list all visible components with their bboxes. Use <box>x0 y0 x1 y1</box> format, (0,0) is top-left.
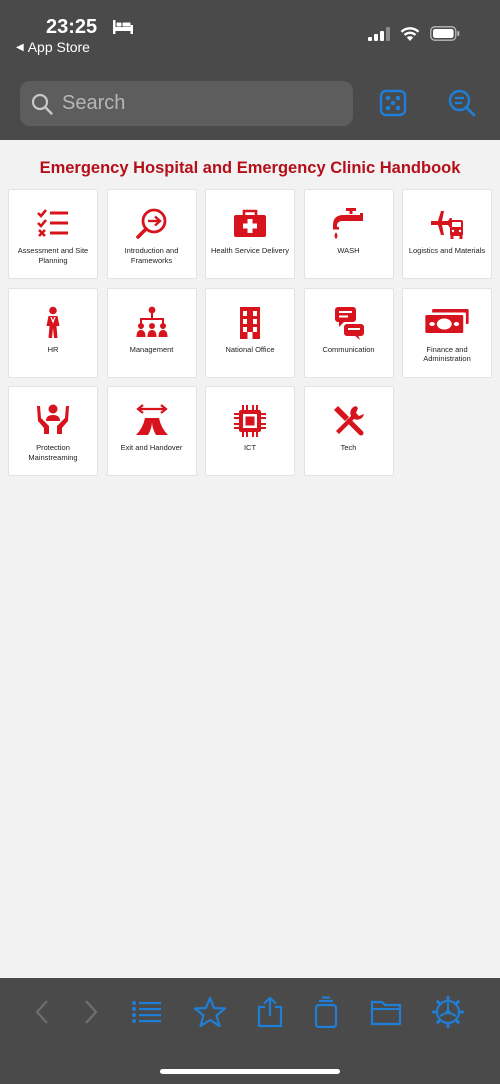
tile-wash[interactable]: WASH <box>303 189 394 279</box>
tile-label: Health Service Delivery <box>211 246 289 255</box>
top-bar: 23:25 ◀ App Store <box>0 0 500 140</box>
tools-icon <box>333 406 364 436</box>
copy-icon <box>314 996 338 1028</box>
sleep-mode-icon <box>113 20 133 34</box>
system-status-icons <box>368 26 460 41</box>
search-arrow-icon <box>135 208 166 239</box>
tile-label: Communication <box>322 344 375 354</box>
tile-label: Finance and Administration <box>423 344 471 364</box>
search-input[interactable] <box>60 91 324 116</box>
list-icon <box>132 1001 161 1023</box>
search-bar[interactable] <box>20 81 353 126</box>
advanced-search-button[interactable] <box>447 88 477 118</box>
tile-label: Introduction and Frameworks <box>124 246 179 265</box>
settings-icon <box>432 996 464 1028</box>
tile-finance-and-administration[interactable]: Finance and Administration <box>402 287 492 378</box>
search-list-icon <box>448 89 476 117</box>
tile-label: Management <box>129 344 174 354</box>
tile-health-service-delivery[interactable]: Health Service Delivery <box>205 189 295 279</box>
back-triangle-icon: ◀ <box>16 41 24 53</box>
plane-truck-icon <box>431 211 463 239</box>
random-button[interactable] <box>378 88 408 118</box>
tile-label: National Office <box>225 344 275 354</box>
favorites-button[interactable] <box>194 996 226 1028</box>
water-tap-icon <box>332 208 363 239</box>
tile-label: WASH <box>337 246 360 255</box>
folder-icon <box>370 1000 402 1026</box>
forward-icon <box>85 1000 98 1024</box>
battery-icon <box>430 26 460 41</box>
tile-label: Assessment and Site Planning <box>17 246 89 265</box>
tile-label: HR <box>47 344 59 354</box>
status-time: 23:25 <box>46 16 98 38</box>
tile-label: ICT <box>243 443 257 452</box>
tile-national-office[interactable]: National Office <box>205 287 295 378</box>
tile-tech[interactable]: Tech <box>303 386 394 476</box>
cellular-signal-icon <box>368 26 390 41</box>
tent-exit-icon <box>135 404 168 435</box>
back-button[interactable] <box>26 996 58 1028</box>
org-chart-icon <box>136 306 167 337</box>
handbook-title: Emergency Hospital and Emergency Clinic … <box>39 159 461 177</box>
money-icon <box>425 308 469 333</box>
copy-button[interactable] <box>310 996 342 1028</box>
tile-logistics-and-materials[interactable]: Logistics and Materials <box>402 189 492 279</box>
checklist-icon <box>37 209 68 237</box>
chip-icon <box>234 405 266 437</box>
bottom-toolbar <box>0 978 500 1084</box>
tile-introduction-and-frameworks[interactable]: Introduction and Frameworks <box>106 189 197 279</box>
tile-ict[interactable]: ICT <box>205 386 295 476</box>
tile-communication[interactable]: Communication <box>303 287 394 378</box>
tile-label: Logistics and Materials <box>408 246 486 255</box>
folder-button[interactable] <box>370 996 402 1028</box>
medical-kit-icon <box>234 209 266 237</box>
forward-button[interactable] <box>75 996 107 1028</box>
home-indicator[interactable] <box>160 1069 340 1074</box>
star-icon <box>194 996 226 1028</box>
dice-icon <box>379 89 407 117</box>
chat-bubbles-icon <box>334 306 364 340</box>
tile-label: Protection Mainstreaming <box>28 443 78 462</box>
back-icon <box>35 1000 48 1024</box>
tile-protection-mainstreaming[interactable]: Protection Mainstreaming <box>8 386 98 476</box>
magnifier-icon <box>31 93 53 115</box>
tile-label: Tech <box>340 443 357 452</box>
wifi-icon <box>400 27 420 41</box>
share-icon <box>257 996 283 1028</box>
chapter-grid: Assessment and Site Planning Introductio… <box>8 189 492 476</box>
building-icon <box>240 306 260 339</box>
tile-hr[interactable]: HR <box>8 287 98 378</box>
settings-button[interactable] <box>432 996 464 1028</box>
content-area: Emergency Hospital and Emergency Clinic … <box>0 140 500 978</box>
back-to-app-store[interactable]: ◀ App Store <box>16 39 90 55</box>
person-icon <box>46 306 60 338</box>
share-button[interactable] <box>254 996 286 1028</box>
tile-assessment-and-site-planning[interactable]: Assessment and Site Planning <box>8 189 98 279</box>
tile-exit-and-handover[interactable]: Exit and Handover <box>106 386 197 476</box>
tile-management[interactable]: Management <box>106 287 197 378</box>
back-label: App Store <box>27 39 90 55</box>
protection-hands-icon <box>37 404 69 434</box>
tile-label: Exit and Handover <box>120 443 183 452</box>
contents-button[interactable] <box>130 996 162 1028</box>
